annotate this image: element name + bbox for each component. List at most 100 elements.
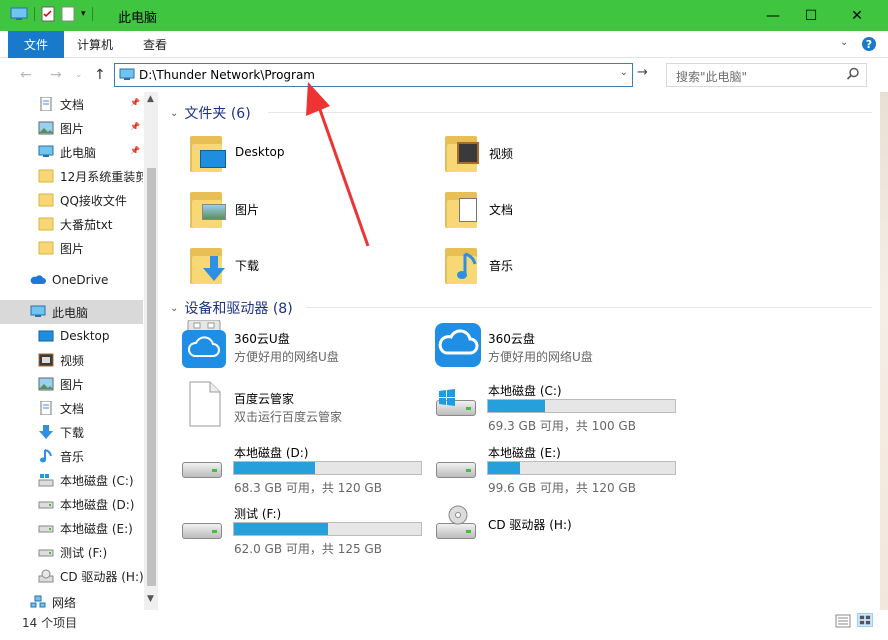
search-input[interactable]: 搜索"此电脑" — [666, 63, 867, 87]
address-dropdown-chevron-icon[interactable]: ⌄ — [620, 67, 628, 78]
folder-tile-music[interactable]: 音乐 — [441, 242, 681, 288]
sidebar-item[interactable]: OneDrive — [0, 268, 143, 292]
drive-icon — [38, 497, 54, 511]
sidebar-item-label: Desktop — [60, 329, 110, 343]
go-arrow-icon[interactable]: → — [637, 65, 655, 85]
collapse-chevron-icon[interactable]: ⌄ — [170, 108, 178, 119]
sidebar-item[interactable]: 图片 — [0, 372, 143, 396]
device-360-cloud[interactable]: 360云盘 方便好用的网络U盘 — [434, 320, 680, 372]
sidebar-item[interactable]: 此电脑 — [0, 300, 143, 324]
sidebar-item[interactable]: 文档 📌 — [0, 92, 143, 116]
drive-name: 本地磁盘 (E:) — [488, 446, 561, 460]
devices-section-header[interactable]: ⌄ 设备和驱动器 (8) — [170, 298, 293, 318]
sidebar-item[interactable]: 本地磁盘 (D:) — [0, 492, 143, 516]
computer-icon[interactable] — [10, 7, 28, 21]
sidebar-item-label: 视频 — [60, 353, 85, 368]
sidebar-item[interactable]: 网络 — [0, 594, 143, 610]
forward-arrow-icon[interactable]: → — [50, 67, 62, 83]
expand-ribbon-chevron-icon[interactable]: ⌄ — [840, 37, 848, 48]
sidebar-item[interactable]: 测试 (F:) — [0, 540, 143, 564]
drive-free-space: 62.0 GB 可用，共 125 GB — [234, 542, 382, 556]
picture-icon — [38, 377, 54, 391]
drive-c[interactable]: 本地磁盘 (C:) 69.3 GB 可用，共 100 GB — [434, 380, 680, 433]
collapse-chevron-icon[interactable]: ⌄ — [170, 303, 178, 314]
sidebar-item-label: 图片 — [60, 241, 85, 256]
sidebar-item-label: 本地磁盘 (D:) — [60, 497, 135, 512]
tab-computer[interactable]: 计算机 — [77, 36, 113, 53]
video-icon — [38, 353, 54, 367]
sidebar-item[interactable]: 大番茄txt — [0, 212, 143, 236]
tab-file[interactable]: 文件 — [8, 31, 64, 58]
folders-section-header[interactable]: ⌄ 文件夹 (6) — [170, 103, 251, 123]
drive-f[interactable]: 测试 (F:) 62.0 GB 可用，共 125 GB — [180, 503, 426, 556]
sidebar-item[interactable]: 本地磁盘 (E:) — [0, 516, 143, 540]
sidebar-item-label: 网络 — [52, 595, 77, 610]
sidebar-item[interactable]: 本地磁盘 (C:) — [0, 468, 143, 492]
drive-usage-bar — [233, 522, 422, 536]
sidebar-item[interactable]: 视频 — [0, 348, 143, 372]
sidebar-item[interactable]: 图片 — [0, 236, 143, 260]
up-arrow-icon[interactable]: ↑ — [94, 67, 106, 83]
sidebar-item[interactable]: 音乐 — [0, 444, 143, 468]
sidebar-item[interactable]: Desktop — [0, 324, 143, 348]
sidebar-scroll-thumb[interactable] — [147, 168, 156, 586]
properties-icon[interactable] — [41, 6, 55, 22]
drive-name: 本地磁盘 (C:) — [488, 384, 562, 398]
computer-icon — [38, 145, 54, 159]
folders-section-title: 文件夹 (6) — [184, 106, 251, 122]
large-icons-view-icon[interactable] — [857, 613, 873, 627]
maximize-button[interactable]: ☐ — [788, 0, 834, 31]
sidebar-item[interactable]: 12月系统重装剪 — [0, 164, 143, 188]
help-icon[interactable]: ? — [861, 36, 877, 52]
download-icon — [38, 425, 54, 439]
usb-cloud-icon — [182, 319, 226, 368]
drive-icon — [38, 545, 54, 559]
sidebar-item[interactable]: 文档 — [0, 396, 143, 420]
folder-icon — [38, 193, 54, 207]
tab-view[interactable]: 查看 — [143, 36, 167, 53]
sidebar-item[interactable]: 此电脑 📌 — [0, 140, 143, 164]
drive-free-space: 69.3 GB 可用，共 100 GB — [488, 419, 636, 433]
drive-name: 测试 (F:) — [234, 507, 282, 521]
back-arrow-icon[interactable]: ← — [20, 67, 32, 83]
drive-d[interactable]: 本地磁盘 (D:) 68.3 GB 可用，共 120 GB — [180, 442, 426, 495]
sidebar-item[interactable]: 图片 📌 — [0, 116, 143, 140]
folder-label: 图片 — [235, 203, 260, 217]
pin-icon[interactable]: 📌 — [130, 122, 140, 131]
device-baidu-cloud[interactable]: 百度云管家 双击运行百度云管家 — [180, 380, 426, 432]
computer-icon — [119, 68, 135, 80]
cd-drive-h[interactable]: CD 驱动器 (H:) — [434, 503, 680, 555]
drive-usage-bar — [233, 461, 422, 475]
music-folder-icon — [445, 244, 477, 284]
drive-e[interactable]: 本地磁盘 (E:) 99.6 GB 可用，共 120 GB — [434, 442, 680, 495]
sidebar-item[interactable]: CD 驱动器 (H:) — [0, 564, 143, 588]
folder-tile-documents[interactable]: 文档 — [441, 186, 681, 232]
scroll-down-arrow-icon[interactable]: ▼ — [147, 594, 154, 604]
drive-name: 本地磁盘 (D:) — [234, 446, 309, 460]
sidebar-item-label: 此电脑 — [60, 145, 97, 160]
folder-tile-videos[interactable]: 视频 — [441, 130, 681, 176]
quick-access-toolbar: ▾ — [10, 6, 93, 22]
device-360-u-disk[interactable]: 360云U盘 方便好用的网络U盘 — [180, 319, 426, 372]
folder-label: 视频 — [489, 147, 514, 161]
customize-toolbar-chevron-icon[interactable]: ▾ — [81, 9, 86, 19]
close-button[interactable]: ✕ — [834, 0, 880, 31]
recent-locations-chevron-icon[interactable]: ⌄ — [75, 70, 83, 80]
desktop-background-strip — [880, 92, 888, 610]
section-divider — [306, 307, 872, 308]
scroll-up-arrow-icon[interactable]: ▲ — [147, 94, 154, 104]
search-icon[interactable] — [846, 67, 860, 81]
device-description: 方便好用的网络U盘 — [488, 350, 593, 364]
sidebar-item[interactable]: QQ接收文件 — [0, 188, 143, 212]
pin-icon[interactable]: 📌 — [130, 146, 140, 155]
address-path[interactable]: D:\Thunder Network\Program — [139, 68, 315, 82]
sidebar-item[interactable]: 下载 — [0, 420, 143, 444]
pin-icon[interactable]: 📌 — [130, 98, 140, 107]
picture-folder-icon — [190, 188, 226, 228]
details-view-icon[interactable] — [835, 614, 851, 628]
device-description: 双击运行百度云管家 — [234, 410, 343, 424]
new-folder-icon[interactable] — [61, 6, 75, 22]
sidebar-item-label: 本地磁盘 (C:) — [60, 473, 134, 488]
sidebar-item-label: CD 驱动器 (H:) — [60, 569, 143, 584]
ribbon-tabs: 文件 计算机 查看 ⌄ ? — [0, 31, 888, 58]
